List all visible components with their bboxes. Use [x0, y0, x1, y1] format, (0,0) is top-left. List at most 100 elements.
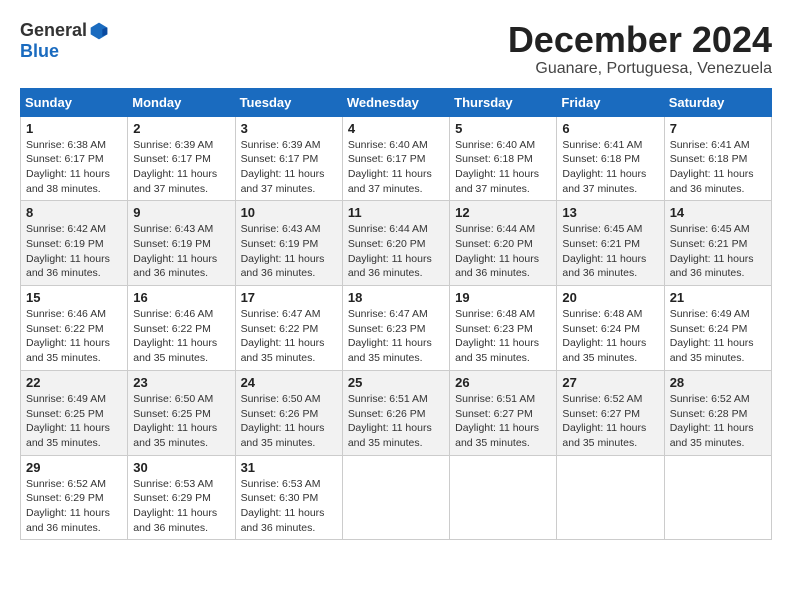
- day-info: Sunrise: 6:40 AMSunset: 6:18 PMDaylight:…: [455, 139, 539, 195]
- day-info: Sunrise: 6:45 AMSunset: 6:21 PMDaylight:…: [562, 223, 646, 279]
- day-info: Sunrise: 6:50 AMSunset: 6:26 PMDaylight:…: [241, 393, 325, 449]
- day-number: 13: [562, 205, 658, 220]
- calendar-cell: 9 Sunrise: 6:43 AMSunset: 6:19 PMDayligh…: [128, 201, 235, 286]
- day-info: Sunrise: 6:45 AMSunset: 6:21 PMDaylight:…: [670, 223, 754, 279]
- day-number: 25: [348, 375, 444, 390]
- day-info: Sunrise: 6:41 AMSunset: 6:18 PMDaylight:…: [562, 139, 646, 195]
- day-number: 24: [241, 375, 337, 390]
- day-number: 6: [562, 121, 658, 136]
- calendar-header-cell: Saturday: [664, 88, 771, 116]
- day-info: Sunrise: 6:46 AMSunset: 6:22 PMDaylight:…: [133, 308, 217, 364]
- day-number: 23: [133, 375, 229, 390]
- day-number: 21: [670, 290, 766, 305]
- calendar-cell: 10 Sunrise: 6:43 AMSunset: 6:19 PMDaylig…: [235, 201, 342, 286]
- calendar-cell: 21 Sunrise: 6:49 AMSunset: 6:24 PMDaylig…: [664, 286, 771, 371]
- calendar-cell: 16 Sunrise: 6:46 AMSunset: 6:22 PMDaylig…: [128, 286, 235, 371]
- day-number: 12: [455, 205, 551, 220]
- day-number: 2: [133, 121, 229, 136]
- calendar-cell: 18 Sunrise: 6:47 AMSunset: 6:23 PMDaylig…: [342, 286, 449, 371]
- day-info: Sunrise: 6:52 AMSunset: 6:27 PMDaylight:…: [562, 393, 646, 449]
- day-number: 18: [348, 290, 444, 305]
- day-info: Sunrise: 6:41 AMSunset: 6:18 PMDaylight:…: [670, 139, 754, 195]
- calendar-cell: 5 Sunrise: 6:40 AMSunset: 6:18 PMDayligh…: [450, 116, 557, 201]
- calendar-cell: 23 Sunrise: 6:50 AMSunset: 6:25 PMDaylig…: [128, 370, 235, 455]
- calendar-cell: 3 Sunrise: 6:39 AMSunset: 6:17 PMDayligh…: [235, 116, 342, 201]
- subtitle: Guanare, Portuguesa, Venezuela: [508, 60, 772, 78]
- day-number: 26: [455, 375, 551, 390]
- calendar-cell: 20 Sunrise: 6:48 AMSunset: 6:24 PMDaylig…: [557, 286, 664, 371]
- calendar-cell: 12 Sunrise: 6:44 AMSunset: 6:20 PMDaylig…: [450, 201, 557, 286]
- day-number: 1: [26, 121, 122, 136]
- calendar-cell: 19 Sunrise: 6:48 AMSunset: 6:23 PMDaylig…: [450, 286, 557, 371]
- calendar-cell: 24 Sunrise: 6:50 AMSunset: 6:26 PMDaylig…: [235, 370, 342, 455]
- calendar-week-row: 1 Sunrise: 6:38 AMSunset: 6:17 PMDayligh…: [21, 116, 772, 201]
- calendar-cell: [664, 455, 771, 540]
- calendar-cell: 14 Sunrise: 6:45 AMSunset: 6:21 PMDaylig…: [664, 201, 771, 286]
- day-info: Sunrise: 6:51 AMSunset: 6:27 PMDaylight:…: [455, 393, 539, 449]
- calendar-cell: 2 Sunrise: 6:39 AMSunset: 6:17 PMDayligh…: [128, 116, 235, 201]
- calendar-header-cell: Thursday: [450, 88, 557, 116]
- day-number: 27: [562, 375, 658, 390]
- day-info: Sunrise: 6:49 AMSunset: 6:25 PMDaylight:…: [26, 393, 110, 449]
- calendar-table: SundayMondayTuesdayWednesdayThursdayFrid…: [20, 88, 772, 541]
- logo-general-text: General: [20, 20, 87, 41]
- day-info: Sunrise: 6:48 AMSunset: 6:24 PMDaylight:…: [562, 308, 646, 364]
- day-number: 9: [133, 205, 229, 220]
- day-number: 14: [670, 205, 766, 220]
- calendar-cell: 6 Sunrise: 6:41 AMSunset: 6:18 PMDayligh…: [557, 116, 664, 201]
- calendar-cell: [342, 455, 449, 540]
- day-number: 16: [133, 290, 229, 305]
- page-header: General Blue December 2024 Guanare, Port…: [20, 20, 772, 78]
- day-number: 19: [455, 290, 551, 305]
- day-number: 11: [348, 205, 444, 220]
- day-info: Sunrise: 6:40 AMSunset: 6:17 PMDaylight:…: [348, 139, 432, 195]
- day-info: Sunrise: 6:49 AMSunset: 6:24 PMDaylight:…: [670, 308, 754, 364]
- day-info: Sunrise: 6:48 AMSunset: 6:23 PMDaylight:…: [455, 308, 539, 364]
- calendar-header-row: SundayMondayTuesdayWednesdayThursdayFrid…: [21, 88, 772, 116]
- calendar-cell: 11 Sunrise: 6:44 AMSunset: 6:20 PMDaylig…: [342, 201, 449, 286]
- calendar-cell: 28 Sunrise: 6:52 AMSunset: 6:28 PMDaylig…: [664, 370, 771, 455]
- calendar-cell: 17 Sunrise: 6:47 AMSunset: 6:22 PMDaylig…: [235, 286, 342, 371]
- calendar-header-cell: Tuesday: [235, 88, 342, 116]
- calendar-cell: 7 Sunrise: 6:41 AMSunset: 6:18 PMDayligh…: [664, 116, 771, 201]
- calendar-cell: 30 Sunrise: 6:53 AMSunset: 6:29 PMDaylig…: [128, 455, 235, 540]
- calendar-week-row: 15 Sunrise: 6:46 AMSunset: 6:22 PMDaylig…: [21, 286, 772, 371]
- day-info: Sunrise: 6:52 AMSunset: 6:29 PMDaylight:…: [26, 478, 110, 534]
- day-number: 5: [455, 121, 551, 136]
- calendar-cell: [450, 455, 557, 540]
- day-info: Sunrise: 6:47 AMSunset: 6:22 PMDaylight:…: [241, 308, 325, 364]
- day-number: 28: [670, 375, 766, 390]
- day-info: Sunrise: 6:43 AMSunset: 6:19 PMDaylight:…: [133, 223, 217, 279]
- day-info: Sunrise: 6:39 AMSunset: 6:17 PMDaylight:…: [133, 139, 217, 195]
- day-number: 10: [241, 205, 337, 220]
- calendar-cell: 22 Sunrise: 6:49 AMSunset: 6:25 PMDaylig…: [21, 370, 128, 455]
- day-info: Sunrise: 6:39 AMSunset: 6:17 PMDaylight:…: [241, 139, 325, 195]
- day-number: 4: [348, 121, 444, 136]
- day-info: Sunrise: 6:47 AMSunset: 6:23 PMDaylight:…: [348, 308, 432, 364]
- logo: General Blue: [20, 20, 109, 62]
- day-number: 29: [26, 460, 122, 475]
- title-block: December 2024 Guanare, Portuguesa, Venez…: [508, 20, 772, 78]
- day-info: Sunrise: 6:53 AMSunset: 6:29 PMDaylight:…: [133, 478, 217, 534]
- day-info: Sunrise: 6:44 AMSunset: 6:20 PMDaylight:…: [455, 223, 539, 279]
- calendar-cell: 26 Sunrise: 6:51 AMSunset: 6:27 PMDaylig…: [450, 370, 557, 455]
- calendar-cell: 25 Sunrise: 6:51 AMSunset: 6:26 PMDaylig…: [342, 370, 449, 455]
- calendar-header-cell: Monday: [128, 88, 235, 116]
- day-number: 30: [133, 460, 229, 475]
- day-number: 22: [26, 375, 122, 390]
- day-info: Sunrise: 6:50 AMSunset: 6:25 PMDaylight:…: [133, 393, 217, 449]
- day-number: 31: [241, 460, 337, 475]
- day-number: 7: [670, 121, 766, 136]
- calendar-cell: 27 Sunrise: 6:52 AMSunset: 6:27 PMDaylig…: [557, 370, 664, 455]
- day-number: 15: [26, 290, 122, 305]
- calendar-week-row: 29 Sunrise: 6:52 AMSunset: 6:29 PMDaylig…: [21, 455, 772, 540]
- calendar-cell: 4 Sunrise: 6:40 AMSunset: 6:17 PMDayligh…: [342, 116, 449, 201]
- day-info: Sunrise: 6:53 AMSunset: 6:30 PMDaylight:…: [241, 478, 325, 534]
- calendar-cell: 1 Sunrise: 6:38 AMSunset: 6:17 PMDayligh…: [21, 116, 128, 201]
- calendar-header-cell: Wednesday: [342, 88, 449, 116]
- day-info: Sunrise: 6:44 AMSunset: 6:20 PMDaylight:…: [348, 223, 432, 279]
- day-info: Sunrise: 6:43 AMSunset: 6:19 PMDaylight:…: [241, 223, 325, 279]
- calendar-cell: 15 Sunrise: 6:46 AMSunset: 6:22 PMDaylig…: [21, 286, 128, 371]
- calendar-cell: [557, 455, 664, 540]
- logo-blue-text: Blue: [20, 41, 59, 62]
